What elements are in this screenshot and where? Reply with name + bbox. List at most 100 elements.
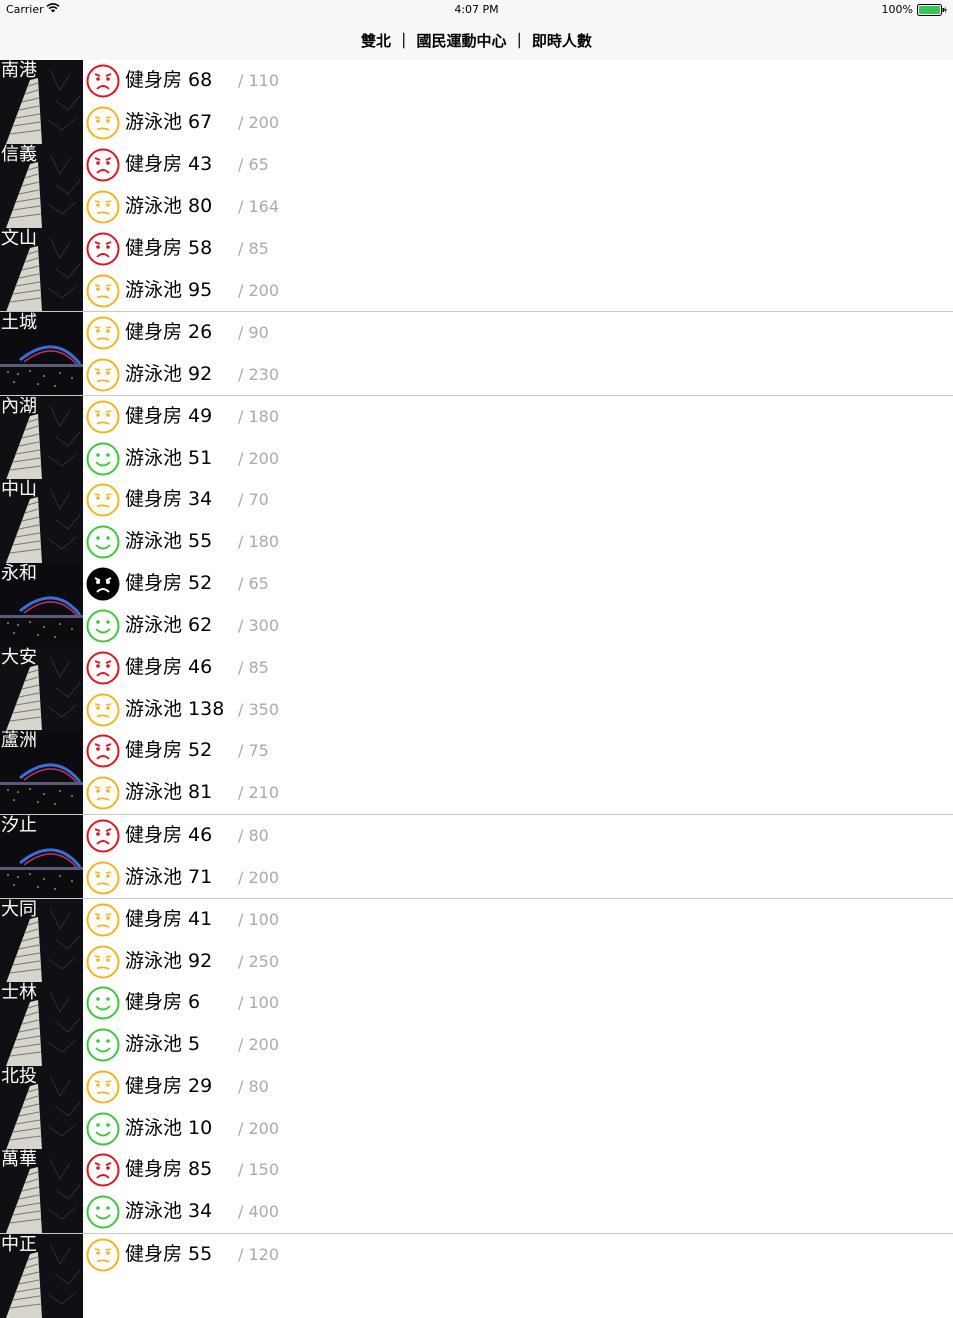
gym-capacity-label: / 80 <box>238 826 269 845</box>
gym-count-label: 健身房 46 <box>125 656 213 678</box>
moderate-face-icon <box>86 274 120 308</box>
gym-capacity-label: / 110 <box>238 71 280 90</box>
empty-face-icon <box>86 1112 120 1146</box>
gym-occupancy: 健身房 41 / 100 <box>86 899 486 941</box>
center-photo: 汐止 <box>0 815 83 899</box>
pool-occupancy: 游泳池 55 / 180 <box>86 521 486 563</box>
pool-capacity-label: / 164 <box>238 197 280 216</box>
pool-count-label: 游泳池 34 <box>125 1200 213 1222</box>
center-row[interactable]: 信義 健身房 43 / 65 游泳池 80 / 164 <box>0 144 953 228</box>
battery-icon <box>917 4 947 20</box>
moderate-face-icon <box>86 358 120 392</box>
gym-occupancy: 健身房 52 / 75 <box>86 730 486 772</box>
center-photo: 信義 <box>0 144 83 228</box>
status-bar: Carrier 4:07 PM 100% <box>0 0 953 20</box>
pool-capacity-label: / 200 <box>238 868 280 887</box>
center-row[interactable]: 汐止 健身房 46 / 80 游泳池 71 / 200 <box>0 814 953 899</box>
center-row[interactable]: 大安 健身房 46 / 85 游泳池 138 / 350 <box>0 647 953 731</box>
center-row[interactable]: 北投 健身房 29 / 80 游泳池 10 / 200 <box>0 1066 953 1150</box>
moderate-face-icon <box>86 1238 120 1272</box>
pool-occupancy: 游泳池 5 / 200 <box>86 1024 486 1066</box>
moderate-face-icon <box>86 945 120 979</box>
gym-count-label: 健身房 43 <box>125 153 213 175</box>
gym-capacity-label: / 120 <box>238 1245 280 1264</box>
gym-count-label: 健身房 29 <box>125 1075 213 1097</box>
gym-count-label: 健身房 41 <box>125 908 213 930</box>
crowded-face-icon <box>86 148 120 182</box>
pool-occupancy: 游泳池 95 / 200 <box>86 270 486 312</box>
pool-count-label: 游泳池 55 <box>125 530 213 552</box>
center-row[interactable]: 土城 健身房 26 / 90 游泳池 92 / 230 <box>0 311 953 396</box>
crowded-face-icon <box>86 1153 120 1187</box>
pool-capacity-label: / 250 <box>238 952 280 971</box>
pool-count-label: 游泳池 80 <box>125 195 213 217</box>
center-name: 永和 <box>1 563 37 584</box>
gym-capacity-label: / 100 <box>238 993 280 1012</box>
gym-capacity-label: / 80 <box>238 1077 269 1096</box>
gym-capacity-label: / 150 <box>238 1160 280 1179</box>
center-name: 信義 <box>1 144 37 165</box>
center-name: 內湖 <box>1 396 37 417</box>
center-row[interactable]: 中正 健身房 55 / 120 <box>0 1233 953 1318</box>
gym-occupancy: 健身房 52 / 65 <box>86 563 486 605</box>
pool-occupancy: 游泳池 34 / 400 <box>86 1191 486 1233</box>
pool-count-label: 游泳池 51 <box>125 447 213 469</box>
center-row[interactable]: 大同 健身房 41 / 100 游泳池 92 / 250 <box>0 898 953 983</box>
battery-percent: 100% <box>881 3 913 16</box>
gym-count-label: 健身房 58 <box>125 237 213 259</box>
center-photo: 大同 <box>0 899 83 983</box>
empty-face-icon <box>86 442 120 476</box>
center-row[interactable]: 萬華 健身房 85 / 150 游泳池 34 / 400 <box>0 1149 953 1233</box>
center-photo: 土城 <box>0 312 83 396</box>
center-row[interactable]: 內湖 健身房 49 / 180 游泳池 51 / 200 <box>0 395 953 480</box>
gym-occupancy: 健身房 34 / 70 <box>86 479 486 521</box>
pool-occupancy: 游泳池 81 / 210 <box>86 772 486 814</box>
pool-count-label: 游泳池 138 <box>125 698 225 720</box>
pool-occupancy: 游泳池 10 / 200 <box>86 1108 486 1150</box>
gym-occupancy: 健身房 6 / 100 <box>86 982 486 1024</box>
navigation-bar: 雙北 ｜ 國民運動中心 ｜ 即時人數 <box>0 20 953 60</box>
center-photo: 士林 <box>0 982 83 1066</box>
moderate-face-icon <box>86 903 120 937</box>
gym-occupancy: 健身房 26 / 90 <box>86 312 486 354</box>
center-name: 中山 <box>1 479 37 500</box>
pool-capacity-label: / 230 <box>238 365 280 384</box>
center-name: 士林 <box>1 982 37 1003</box>
full-face-icon <box>86 567 120 601</box>
pool-occupancy: 游泳池 71 / 200 <box>86 857 486 899</box>
pool-count-label: 游泳池 92 <box>125 950 213 972</box>
center-photo: 中山 <box>0 479 83 563</box>
gym-occupancy: 健身房 68 / 110 <box>86 60 486 102</box>
gym-count-label: 健身房 52 <box>125 739 213 761</box>
empty-face-icon <box>86 525 120 559</box>
moderate-face-icon <box>86 316 120 350</box>
center-photo: 萬華 <box>0 1149 83 1233</box>
empty-face-icon <box>86 1028 120 1062</box>
gym-count-label: 健身房 6 <box>125 991 201 1013</box>
center-name: 大安 <box>1 647 37 668</box>
pool-occupancy: 游泳池 138 / 350 <box>86 689 486 731</box>
center-row[interactable]: 蘆洲 健身房 52 / 75 游泳池 81 / 210 <box>0 730 953 814</box>
center-row[interactable]: 南港 健身房 68 / 110 游泳池 67 / 200 <box>0 60 953 144</box>
gym-occupancy: 健身房 29 / 80 <box>86 1066 486 1108</box>
center-name: 中正 <box>1 1234 37 1255</box>
pool-occupancy: 游泳池 62 / 300 <box>86 605 486 647</box>
center-photo: 蘆洲 <box>0 730 83 814</box>
pool-count-label: 游泳池 10 <box>125 1117 213 1139</box>
moderate-face-icon <box>86 776 120 810</box>
center-row[interactable]: 中山 健身房 34 / 70 游泳池 55 / 180 <box>0 479 953 563</box>
gym-count-label: 健身房 55 <box>125 1243 213 1265</box>
pool-occupancy: 游泳池 51 / 200 <box>86 438 486 480</box>
pool-capacity-label: / 400 <box>238 1202 280 1221</box>
moderate-face-icon <box>86 190 120 224</box>
center-row[interactable]: 永和 健身房 52 / 65 游泳池 62 / 300 <box>0 563 953 647</box>
pool-capacity-label: / 200 <box>238 449 280 468</box>
gym-occupancy: 健身房 43 / 65 <box>86 144 486 186</box>
pool-count-label: 游泳池 92 <box>125 363 213 385</box>
center-row[interactable]: 士林 健身房 6 / 100 游泳池 5 / 200 <box>0 982 953 1066</box>
pool-occupancy: 游泳池 80 / 164 <box>86 186 486 228</box>
center-row[interactable]: 文山 健身房 58 / 85 游泳池 95 / 200 <box>0 228 953 312</box>
gym-capacity-label: / 70 <box>238 490 269 509</box>
gym-count-label: 健身房 26 <box>125 321 213 343</box>
pool-count-label: 游泳池 67 <box>125 111 213 133</box>
